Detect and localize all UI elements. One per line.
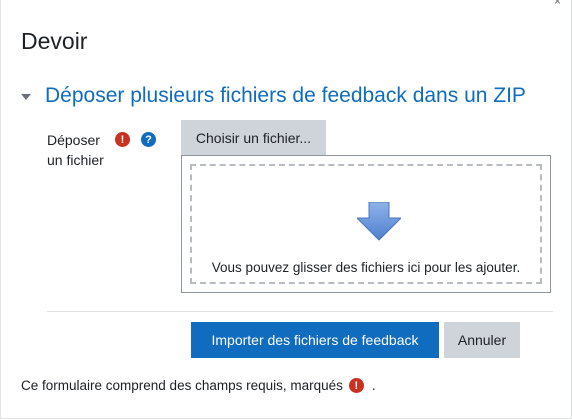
divider — [47, 311, 553, 312]
assignment-card: × Devoir Déposer plusieurs fichiers de f… — [0, 0, 572, 419]
required-note-text: Ce formulaire comprend des champs requis… — [21, 378, 343, 393]
help-icon[interactable]: ? — [141, 132, 156, 147]
file-field-label-line1: Déposer — [47, 132, 100, 148]
cancel-button[interactable]: Annuler — [444, 322, 520, 358]
download-arrow-icon — [357, 202, 401, 241]
file-field-label: Déposer un fichier — [47, 130, 104, 170]
close-icon[interactable]: × — [554, 0, 561, 8]
section-title[interactable]: Déposer plusieurs fichiers de feedback d… — [45, 84, 526, 108]
file-drop-zone[interactable]: Vous pouvez glisser des fichiers ici pou… — [181, 155, 551, 293]
choose-file-button[interactable]: Choisir un fichier... — [181, 120, 326, 155]
collapse-caret-icon[interactable] — [21, 94, 31, 100]
import-feedback-button[interactable]: Importer des fichiers de feedback — [191, 322, 439, 358]
section-header[interactable]: Déposer plusieurs fichiers de feedback d… — [21, 84, 526, 108]
required-note-period: . — [371, 378, 376, 393]
drop-zone-text: Vous pouvez glisser des fichiers ici pou… — [211, 260, 521, 275]
required-fields-note: Ce formulaire comprend des champs requis… — [21, 378, 376, 393]
page-title: Devoir — [21, 28, 88, 54]
file-field-label-line2: un fichier — [47, 152, 104, 168]
required-icon: ! — [115, 132, 130, 147]
drop-zone-dashed-area[interactable]: Vous pouvez glisser des fichiers ici pou… — [190, 164, 542, 284]
required-icon: ! — [348, 378, 364, 393]
